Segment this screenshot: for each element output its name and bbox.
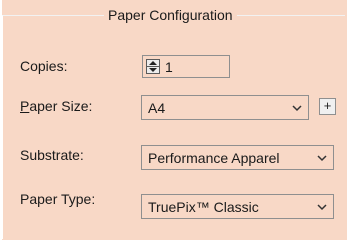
paper-type-value: TruePix™ Classic <box>148 199 259 215</box>
substrate-value: Performance Apparel <box>148 150 280 166</box>
up-down-arrows-icon[interactable] <box>146 59 160 74</box>
spin-down-arrow[interactable] <box>149 68 157 72</box>
add-paper-size-button[interactable]: + <box>319 98 336 115</box>
group-title: Paper Configuration <box>104 5 237 25</box>
copies-value[interactable]: 1 <box>165 58 173 76</box>
paper-size-mnemonic: P <box>20 98 30 114</box>
paper-size-value: A4 <box>148 100 166 116</box>
copies-label: Copies: <box>20 58 68 74</box>
substrate-dropdown[interactable]: Performance Apparel <box>141 145 334 170</box>
paper-size-dropdown[interactable]: A4 <box>141 95 309 120</box>
paper-size-label-rest: aper Size: <box>29 98 93 114</box>
chevron-down-icon[interactable] <box>317 202 327 212</box>
spin-up-arrow[interactable] <box>149 61 157 65</box>
chevron-down-icon[interactable] <box>292 103 302 113</box>
substrate-label: Substrate: <box>20 147 84 163</box>
spin-divider <box>147 66 159 67</box>
paper-type-label: Paper Type: <box>20 191 96 207</box>
chevron-down-icon[interactable] <box>317 153 327 163</box>
paper-size-label: Paper Size: <box>20 98 92 114</box>
paper-type-dropdown[interactable]: TruePix™ Classic <box>141 194 334 219</box>
copies-spinner[interactable]: 1 <box>142 55 230 78</box>
